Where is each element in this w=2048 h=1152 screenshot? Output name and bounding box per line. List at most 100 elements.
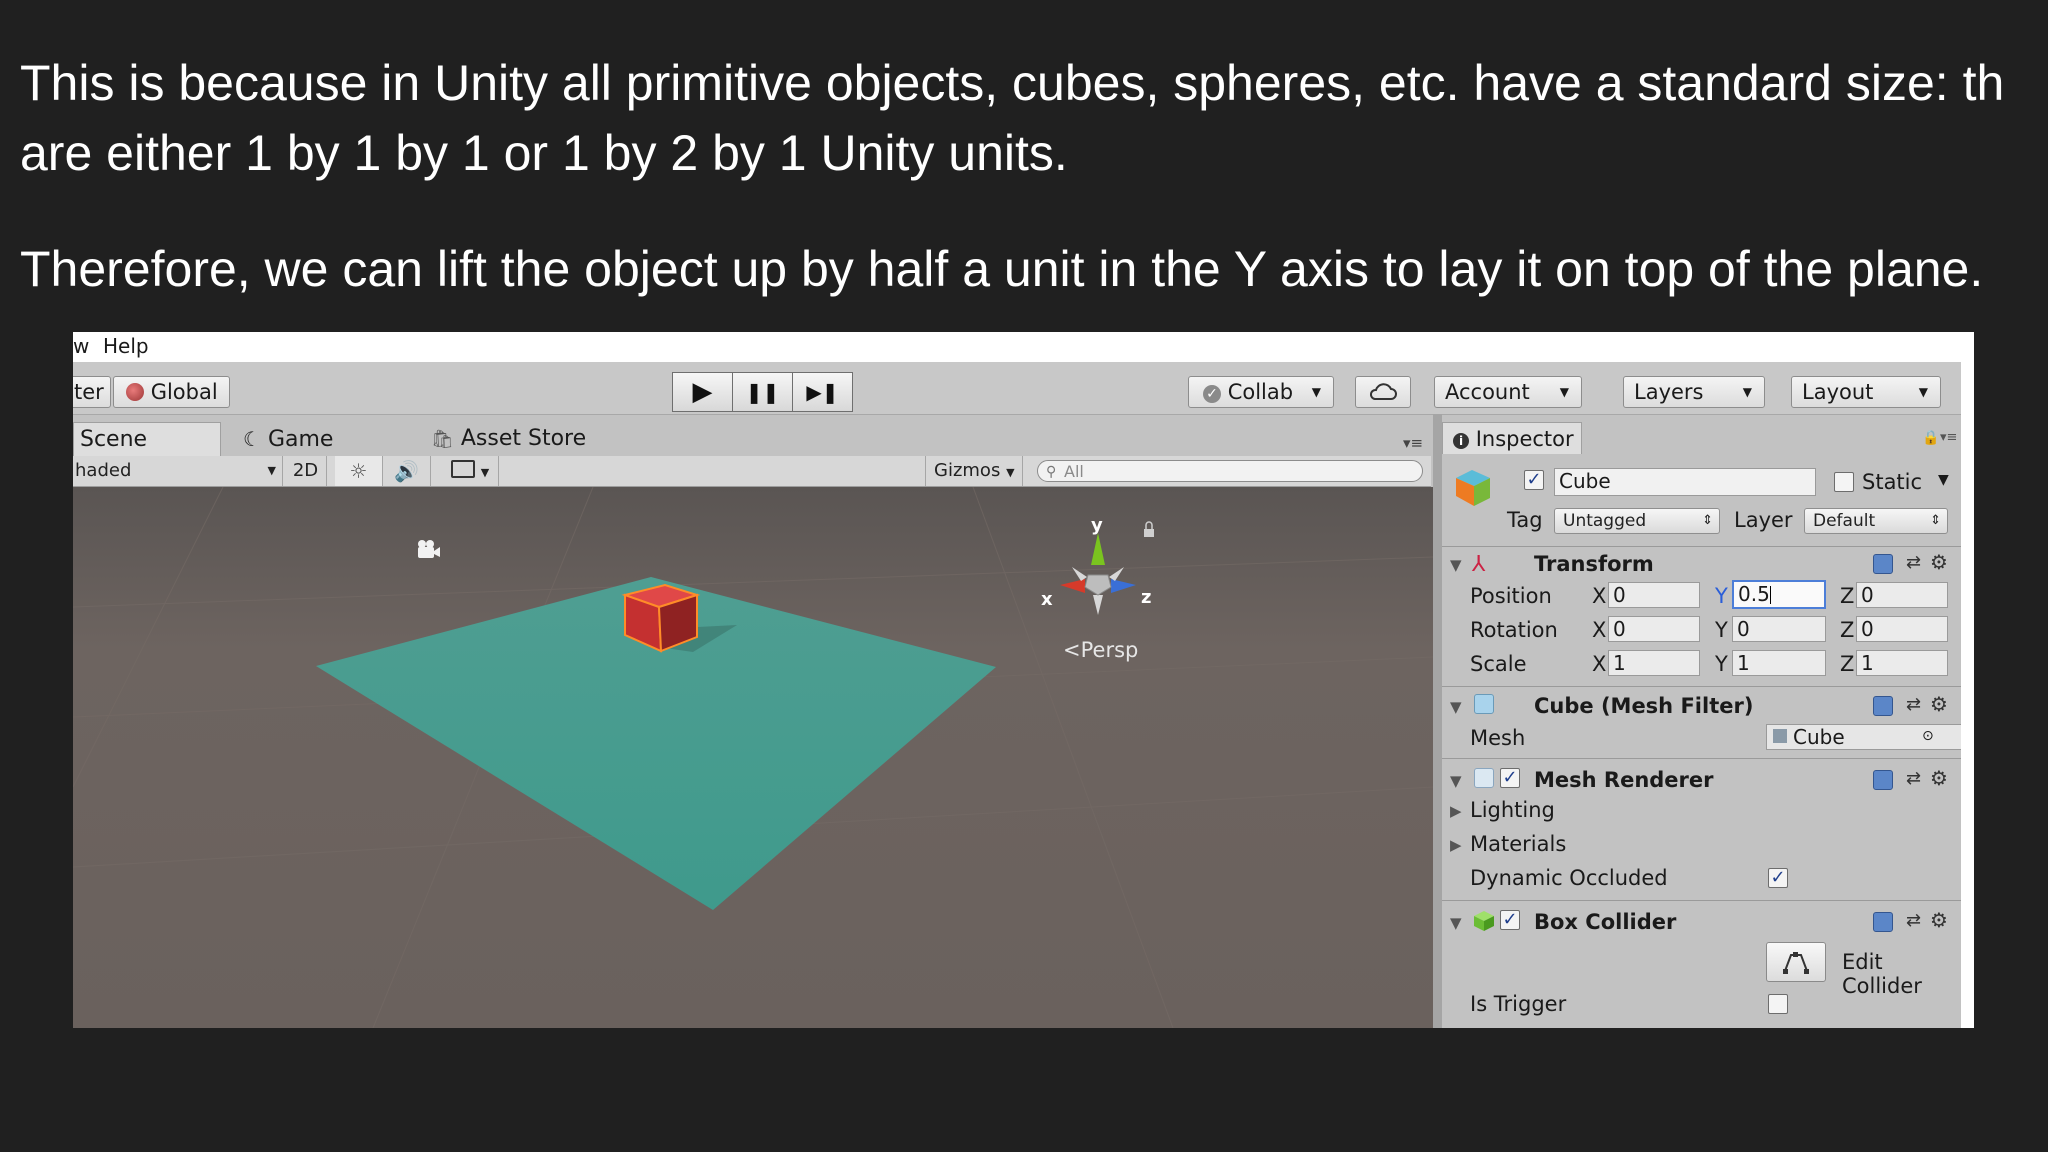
play-button[interactable]: ▶ xyxy=(672,372,733,412)
caret-down-icon: ▼ xyxy=(1742,385,1752,399)
menu-bar: w Help xyxy=(73,332,1963,362)
rotation-z-axis: Z xyxy=(1840,618,1855,642)
check-circle-icon: ✓ xyxy=(1203,385,1221,403)
layers-dropdown[interactable]: Layers ▼ xyxy=(1623,376,1765,408)
pause-button[interactable]: ❚❚ xyxy=(732,372,793,412)
preset-icon[interactable]: ⇄ xyxy=(1906,552,1921,573)
shading-mode-label: haded xyxy=(75,460,132,481)
scale-y-value: 1 xyxy=(1737,651,1750,675)
gear-icon[interactable]: ⚙ xyxy=(1930,692,1948,716)
tab-scene[interactable]: Scene xyxy=(73,422,221,456)
layout-dropdown[interactable]: Layout ▼ xyxy=(1791,376,1941,408)
position-y-input[interactable]: 0.5 xyxy=(1732,580,1826,609)
separator xyxy=(1442,546,1961,547)
gizmos-label: Gizmos xyxy=(934,460,1001,481)
help-book-icon[interactable] xyxy=(1873,696,1893,716)
tab-inspector-label: Inspector xyxy=(1475,427,1574,451)
preset-icon[interactable]: ⇄ xyxy=(1906,694,1921,715)
position-x-value: 0 xyxy=(1613,583,1626,607)
mesh-icon xyxy=(1773,729,1787,743)
account-dropdown[interactable]: Account ▼ xyxy=(1434,376,1582,408)
foldout-arrow-icon[interactable]: ▼ xyxy=(1450,698,1462,716)
tab-game[interactable]: ☾ Game xyxy=(243,422,353,456)
panel-divider[interactable] xyxy=(1433,414,1442,1028)
layer-dropdown[interactable]: Default ⇕ xyxy=(1804,508,1948,534)
scale-y-input[interactable]: 1 xyxy=(1732,650,1826,676)
position-z-input[interactable]: 0 xyxy=(1856,582,1948,608)
gear-icon[interactable]: ⚙ xyxy=(1930,766,1948,790)
object-name-value: Cube xyxy=(1559,469,1611,493)
static-dropdown-arrow[interactable]: ▼ xyxy=(1938,472,1949,488)
lighting-foldout[interactable]: Lighting xyxy=(1470,798,1555,822)
materials-foldout[interactable]: Materials xyxy=(1470,832,1566,856)
position-z-axis: Z xyxy=(1840,584,1855,608)
active-checkbox[interactable]: ✓ xyxy=(1524,470,1544,490)
tab-inspector[interactable]: i Inspector xyxy=(1442,422,1582,454)
foldout-arrow-icon[interactable]: ▼ xyxy=(1450,556,1462,574)
gear-icon[interactable]: ⚙ xyxy=(1930,908,1948,932)
mesh-object-field[interactable]: Cube xyxy=(1766,724,1974,750)
panel-menu-icon[interactable]: ▾≡ xyxy=(1403,434,1423,452)
box-collider-enabled-checkbox[interactable]: ✓ xyxy=(1500,910,1520,930)
help-book-icon[interactable] xyxy=(1873,770,1893,790)
toggle-2d-button[interactable]: 2D xyxy=(285,456,327,486)
inspector-lock-icon[interactable]: 🔒 xyxy=(1922,430,1939,446)
static-label: Static xyxy=(1862,470,1923,494)
position-x-input[interactable]: 0 xyxy=(1608,582,1700,608)
foldout-arrow-icon[interactable]: ▼ xyxy=(1450,914,1462,932)
menu-help[interactable]: Help xyxy=(103,334,149,358)
image-icon xyxy=(451,460,475,478)
scene-view[interactable]: y x z <Persp xyxy=(73,487,1433,1028)
collab-button[interactable]: ✓ Collab ▼ xyxy=(1188,376,1334,408)
dynamic-occluded-checkbox[interactable]: ✓ xyxy=(1768,868,1788,888)
rotation-x-axis: X xyxy=(1592,618,1607,642)
chevron-left-icon: < xyxy=(1063,638,1081,662)
preset-icon[interactable]: ⇄ xyxy=(1906,768,1921,789)
caret-down-icon: ▼ xyxy=(1559,385,1569,399)
scene-search-input[interactable]: ⚲ All xyxy=(1037,460,1423,482)
gizmos-dropdown[interactable]: Gizmos ▼ xyxy=(925,456,1023,486)
tab-asset-store-label: Asset Store xyxy=(460,426,587,451)
global-toggle-button[interactable]: Global xyxy=(113,376,230,408)
rotation-z-value: 0 xyxy=(1861,617,1874,641)
static-checkbox[interactable] xyxy=(1834,472,1854,492)
object-picker-icon[interactable]: ⊙ xyxy=(1922,728,1934,744)
play-icon: ▶ xyxy=(692,377,713,407)
step-button[interactable]: ▶❚ xyxy=(792,372,853,412)
scene-audio-toggle[interactable]: 🔊 xyxy=(383,456,431,486)
gear-icon[interactable]: ⚙ xyxy=(1930,550,1948,574)
scale-z-input[interactable]: 1 xyxy=(1856,650,1948,676)
foldout-right-icon[interactable]: ▶ xyxy=(1450,836,1462,854)
scale-x-input[interactable]: 1 xyxy=(1608,650,1700,676)
tag-dropdown[interactable]: Untagged ⇕ xyxy=(1554,508,1720,534)
help-book-icon[interactable] xyxy=(1873,912,1893,932)
scene-effects-dropdown[interactable]: ▼ xyxy=(439,456,499,486)
mesh-renderer-enabled-checkbox[interactable]: ✓ xyxy=(1500,768,1520,788)
panel-menu-icon[interactable]: ▾≡ xyxy=(1940,430,1957,445)
rotation-z-input[interactable]: 0 xyxy=(1856,616,1948,642)
transform-title: Transform xyxy=(1534,552,1654,576)
cloud-button[interactable] xyxy=(1355,376,1411,408)
mesh-filter-icon xyxy=(1474,694,1494,714)
foldout-right-icon[interactable]: ▶ xyxy=(1450,802,1462,820)
mesh-renderer-title: Mesh Renderer xyxy=(1534,768,1714,792)
object-name-input[interactable]: Cube xyxy=(1554,468,1816,496)
projection-toggle[interactable]: <Persp xyxy=(1063,638,1138,662)
is-trigger-checkbox[interactable] xyxy=(1768,994,1788,1014)
gameobject-cube-icon xyxy=(1456,470,1490,506)
scale-label: Scale xyxy=(1470,652,1527,676)
edit-collider-button[interactable] xyxy=(1766,942,1826,982)
tab-asset-store[interactable]: 🛍 Asset Store xyxy=(431,422,591,456)
projection-label: Persp xyxy=(1080,638,1139,662)
foldout-arrow-icon[interactable]: ▼ xyxy=(1450,772,1462,790)
preset-icon[interactable]: ⇄ xyxy=(1906,910,1921,931)
rotation-y-axis: Y xyxy=(1715,618,1728,642)
rotation-x-input[interactable]: 0 xyxy=(1608,616,1700,642)
pivot-toggle-button[interactable]: ter xyxy=(73,376,111,408)
shading-mode-dropdown[interactable]: haded ▼ xyxy=(73,456,283,486)
scene-lighting-toggle[interactable]: ☼ xyxy=(335,456,383,486)
rotation-y-input[interactable]: 0 xyxy=(1732,616,1826,642)
store-icon: 🛍 xyxy=(431,429,454,450)
menu-window[interactable]: w xyxy=(73,334,89,358)
help-book-icon[interactable] xyxy=(1873,554,1893,574)
